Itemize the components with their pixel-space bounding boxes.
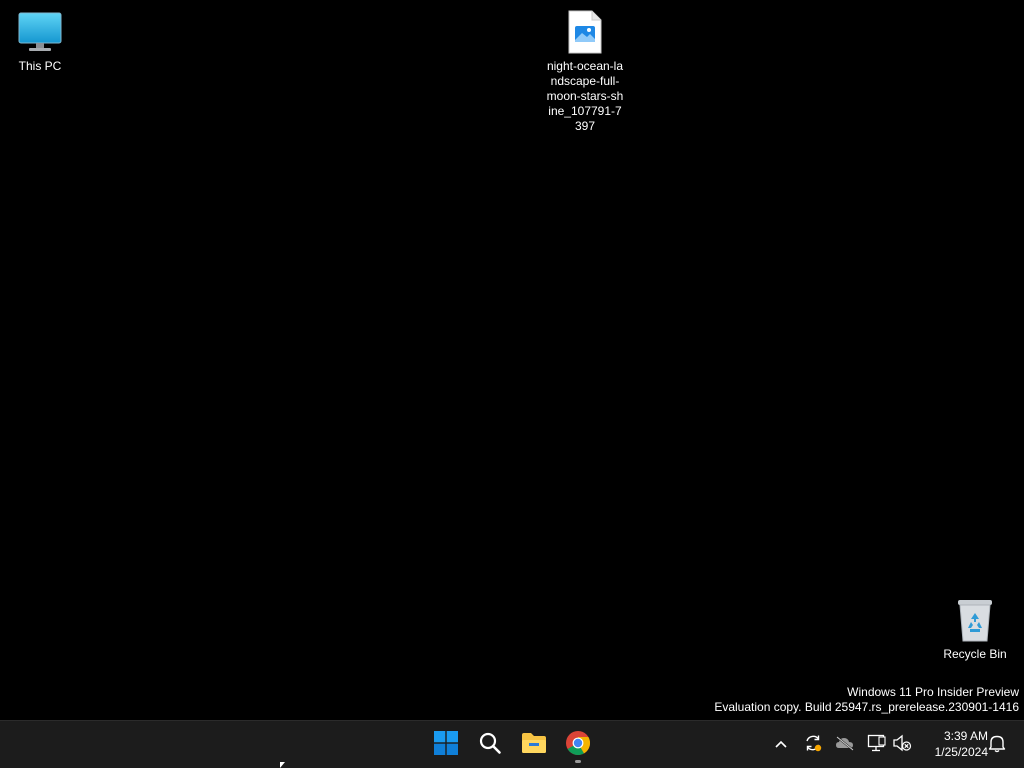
volume-tray-button[interactable] — [890, 733, 914, 757]
update-icon — [803, 733, 823, 758]
running-indicator — [575, 760, 581, 763]
system-clock[interactable]: 3:39 AM 1/25/2024 — [918, 728, 988, 760]
search-button[interactable] — [470, 725, 510, 765]
evaluation-watermark: Windows 11 Pro Insider Preview Evaluatio… — [714, 685, 1019, 715]
desktop-icon-image-file[interactable]: night-ocean-landscape-full-moon-stars-sh… — [545, 8, 625, 134]
taskbar[interactable]: 3:39 AM 1/25/2024 — [0, 720, 1024, 768]
desktop-icon-this-pc[interactable]: This PC — [0, 8, 80, 74]
windows-logo-icon — [434, 730, 458, 760]
chevron-up-icon — [774, 736, 788, 754]
notifications-button[interactable] — [985, 733, 1009, 757]
recycle-bin-icon — [951, 596, 999, 644]
bell-icon — [988, 733, 1006, 758]
network-icon — [867, 734, 887, 757]
windows-update-tray-button[interactable] — [801, 733, 825, 757]
onedrive-icon — [835, 735, 855, 756]
watermark-edition: Windows 11 Pro Insider Preview — [847, 685, 1019, 699]
clock-date: 1/25/2024 — [934, 745, 988, 759]
show-hidden-icons-button[interactable] — [769, 733, 793, 757]
mouse-cursor — [280, 762, 285, 768]
chrome-button[interactable] — [558, 725, 598, 765]
search-icon — [478, 731, 502, 760]
desktop-icon-label: night-ocean-landscape-full-moon-stars-sh… — [546, 59, 624, 133]
desktop-icon-label: Recycle Bin — [943, 647, 1007, 661]
monitor-icon — [16, 8, 64, 56]
network-tray-button[interactable] — [865, 733, 889, 757]
file-explorer-button[interactable] — [514, 725, 554, 765]
desktop-icon-recycle-bin[interactable]: Recycle Bin — [935, 596, 1015, 662]
desktop[interactable]: This PC night-ocean-landscape-full-moon-… — [0, 0, 1024, 720]
desktop-icon-label: This PC — [18, 59, 62, 73]
folder-icon — [521, 732, 547, 759]
chrome-icon — [565, 730, 591, 761]
volume-muted-icon — [892, 734, 912, 757]
image-file-icon — [561, 8, 609, 56]
clock-time: 3:39 AM — [943, 729, 988, 743]
watermark-build: Evaluation copy. Build 25947.rs_prerelea… — [714, 700, 1019, 714]
start-button[interactable] — [426, 725, 466, 765]
onedrive-tray-button[interactable] — [833, 733, 857, 757]
